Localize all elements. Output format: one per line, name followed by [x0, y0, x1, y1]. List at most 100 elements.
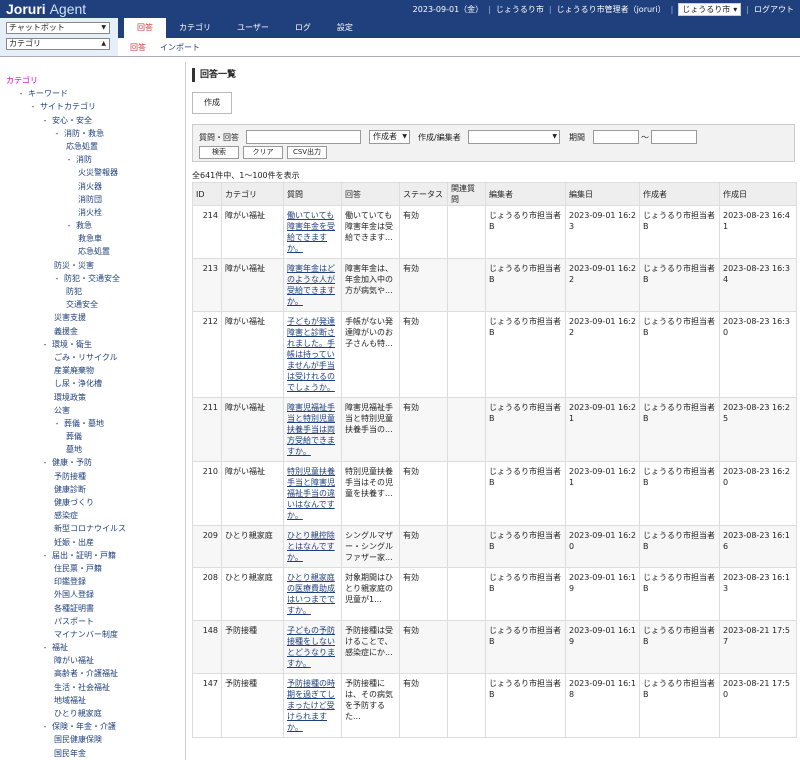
tree-item[interactable]: カテゴリ [6, 74, 126, 87]
tree-item-label[interactable]: 外国人登録 [54, 590, 94, 599]
tree-item-label[interactable]: キーワード [28, 89, 68, 98]
qa-search-input[interactable] [246, 130, 361, 144]
row-question-link[interactable]: 予防接種の時期を過ぎてしまったけど受けられますか。 [287, 679, 335, 732]
tree-item[interactable]: マイナンバー制度 [6, 628, 126, 641]
col-edited[interactable]: 編集日 [565, 182, 640, 206]
tree-item[interactable]: 救急車 [6, 232, 126, 245]
table-row[interactable]: 209 ひとり親家庭 ひとり親控除とはなんですか。 シングルマザー・シングルファザー家… [192, 525, 797, 568]
tree-item[interactable]: 高齢者・介護福祉 [6, 667, 126, 680]
tree-item-label[interactable]: 予防接種 [54, 472, 86, 481]
col-answer[interactable]: 回答 [341, 182, 400, 206]
subnav-answers[interactable]: 回答 [130, 42, 146, 53]
creator-editor-select[interactable]: ▼ [468, 130, 560, 144]
tree-item[interactable]: 健康づくり [6, 496, 126, 509]
tree-item[interactable]: 各種証明書 [6, 602, 126, 615]
table-row[interactable]: 212 障がい福祉 子どもが発達障害と診断されました。手帳は持っていませんが手当は受… [192, 311, 797, 398]
city-select[interactable]: じょうるり市 ▾ [678, 2, 742, 16]
app-logo[interactable]: Joruri Agent [6, 0, 86, 18]
tree-item-label[interactable]: 健康診断 [54, 485, 86, 494]
tree-item-label[interactable]: 住民票・戸籍 [54, 564, 102, 573]
tree-item[interactable]: パスポート [6, 615, 126, 628]
chatbot-select[interactable]: チャットボット ▼ [6, 22, 110, 34]
tree-item-label[interactable]: 葬儀・墓地 [64, 419, 104, 428]
tab-category[interactable]: カテゴリ [166, 18, 224, 38]
collapse-toggle-icon[interactable]: - [66, 219, 72, 232]
tree-item-label[interactable]: 防災・災害 [54, 261, 94, 270]
tree-item[interactable]: ひとり親家庭 [6, 707, 126, 720]
tree-item[interactable]: 消火栓 [6, 206, 126, 219]
row-question-link[interactable]: 子どもが発達障害と診断されました。手帳は持っていませんが手当は受けれるのでしょう… [287, 317, 335, 392]
tree-item-label[interactable]: 障がい福祉 [54, 656, 94, 665]
collapse-toggle-icon[interactable]: - [42, 338, 48, 351]
row-question-link[interactable]: ひとり親控除とはなんですか。 [287, 531, 335, 562]
tree-item-label[interactable]: 届出・証明・戸籍 [52, 551, 116, 560]
collapse-toggle-icon[interactable]: - [30, 100, 36, 113]
col-creator[interactable]: 作成者 [639, 182, 720, 206]
creator-select[interactable]: 作成者 ▼ [369, 130, 410, 144]
collapse-toggle-icon[interactable]: - [54, 417, 60, 430]
tree-item[interactable]: 住民票・戸籍 [6, 562, 126, 575]
tree-item[interactable]: 健康診断 [6, 483, 126, 496]
csv-export-button[interactable]: CSV出力 [287, 146, 327, 159]
tree-item-label[interactable]: し尿・浄化槽 [54, 379, 102, 388]
collapse-toggle-icon[interactable]: - [54, 272, 60, 285]
tree-item[interactable]: 国民年金 [6, 747, 126, 760]
col-status[interactable]: ステータス [399, 182, 448, 206]
table-row[interactable]: 211 障がい福祉 障害児福祉手当と特別児童扶養手当は両方受給できますか。 障害児福祉… [192, 397, 797, 462]
tree-item[interactable]: 墓地 [6, 443, 126, 456]
subnav-import[interactable]: インポート [160, 42, 200, 53]
collapse-toggle-icon[interactable]: - [66, 153, 72, 166]
tree-item-label[interactable]: 高齢者・介護福祉 [54, 669, 118, 678]
tree-item[interactable]: 応急処置 [6, 245, 126, 258]
tree-item[interactable]: 防犯 [6, 285, 126, 298]
tree-item-label[interactable]: 生活・社会福祉 [54, 683, 110, 692]
tree-item-label[interactable]: 災害支援 [54, 313, 86, 322]
tree-item[interactable]: - キーワード [6, 87, 126, 100]
tree-item[interactable]: 消火器 [6, 180, 126, 193]
tree-item-label[interactable]: 地域福祉 [54, 696, 86, 705]
tab-users[interactable]: ユーザー [224, 18, 282, 38]
tree-item-label[interactable]: 消火栓 [78, 208, 102, 217]
row-question-link[interactable]: 子どもの予防接種をしないとどうなりますか。 [287, 626, 335, 668]
col-id[interactable]: ID [192, 182, 222, 206]
clear-button[interactable]: クリア [243, 146, 283, 159]
table-row[interactable]: 148 予防接種 子どもの予防接種をしないとどうなりますか。 予防接種は受けることで、… [192, 620, 797, 674]
tab-answers[interactable]: 回答 [124, 18, 166, 38]
col-question[interactable]: 質問 [283, 182, 342, 206]
tree-item[interactable]: 防災・災害 [6, 259, 126, 272]
tree-item-label[interactable]: 国民年金 [54, 749, 86, 758]
tree-item-label[interactable]: パスポート [54, 617, 94, 626]
collapse-toggle-icon[interactable]: - [42, 114, 48, 127]
tree-item-label[interactable]: ごみ・リサイクル [54, 353, 118, 362]
tree-item-label[interactable]: 消防団 [78, 195, 102, 204]
tree-item-label[interactable]: 福祉 [52, 643, 68, 652]
col-category[interactable]: カテゴリ [221, 182, 284, 206]
tree-item[interactable]: - 消防・救急 [6, 127, 126, 140]
tree-item-label[interactable]: 健康づくり [54, 498, 94, 507]
tree-item-label[interactable]: 健康・予防 [52, 458, 92, 467]
tree-item-label[interactable]: 応急処置 [78, 247, 110, 256]
tree-item[interactable]: 妊娠・出産 [6, 536, 126, 549]
table-row[interactable]: 147 予防接種 予防接種の時期を過ぎてしまったけど受けられますか。 予防接種には、そ… [192, 673, 797, 738]
tree-item[interactable]: - 健康・予防 [6, 456, 126, 469]
tree-item[interactable]: 公害 [6, 404, 126, 417]
tree-item[interactable]: 応急処置 [6, 140, 126, 153]
tree-item-label[interactable]: 公害 [54, 406, 70, 415]
tree-item-label[interactable]: 救急 [76, 221, 92, 230]
logout-link[interactable]: ログアウト [754, 4, 794, 15]
tree-item-label[interactable]: マイナンバー制度 [54, 630, 118, 639]
tree-item[interactable]: 葬儀 [6, 430, 126, 443]
tree-item-label[interactable]: 救急車 [78, 234, 102, 243]
tree-item-label[interactable]: 火災警報器 [78, 168, 118, 177]
tree-item-label[interactable]: カテゴリ [6, 76, 38, 85]
tree-item[interactable]: - 防犯・交通安全 [6, 272, 126, 285]
period-start-input[interactable] [593, 130, 639, 144]
tree-item-label[interactable]: ひとり親家庭 [54, 709, 102, 718]
tree-item-label[interactable]: 感染症 [54, 511, 78, 520]
table-row[interactable]: 210 障がい福祉 特別児童扶養手当と障害児福祉手当の違いはなんですか。 特別児童扶養… [192, 461, 797, 526]
table-row[interactable]: 214 障がい福祉 働いていても障害年金を受給できますか。 働いていても障害年金は受給… [192, 205, 797, 259]
tree-item[interactable]: 地域福祉 [6, 694, 126, 707]
tree-item[interactable]: 交通安全 [6, 298, 126, 311]
col-related[interactable]: 関連質問 [447, 182, 486, 206]
collapse-toggle-icon[interactable]: - [54, 127, 60, 140]
